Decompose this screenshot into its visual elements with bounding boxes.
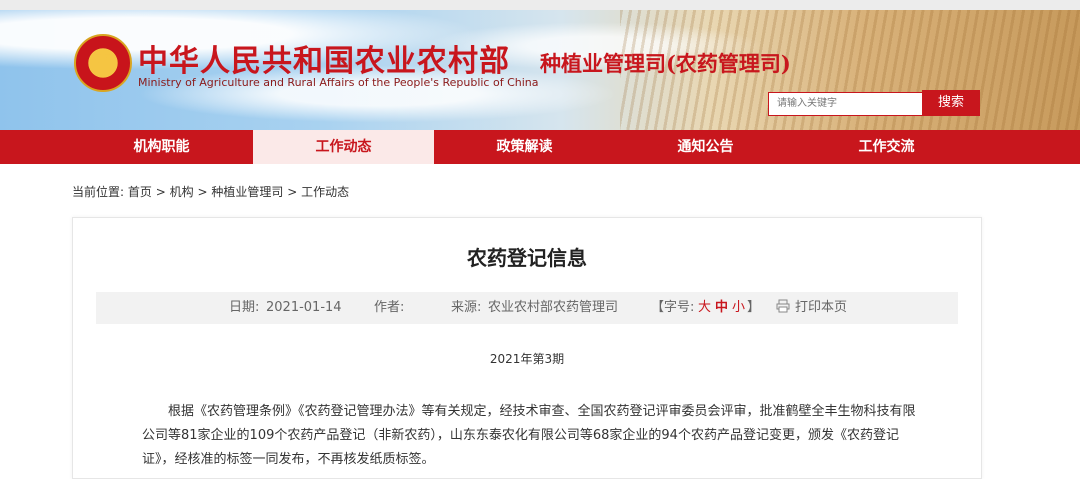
fontsize-medium-button[interactable]: 中 (715, 292, 728, 324)
breadcrumb-separator: > (155, 185, 166, 199)
nav-item-exchange[interactable]: 工作交流 (796, 130, 977, 164)
nav-item-notices[interactable]: 通知公告 (615, 130, 796, 164)
source-value: 农业农村部农药管理司 (488, 300, 619, 315)
article-card: 农药登记信息 日期: 2021-01-14 作者: 来源: 农业农村部农药管理司… (72, 217, 982, 479)
department-title: 种植业管理司(农药管理司) (540, 51, 791, 76)
breadcrumb-prefix: 当前位置: (72, 185, 125, 199)
article-body-paragraph: 根据《农药管理条例》《农药登记管理办法》等有关规定，经技术审查、全国农药登记评审… (142, 404, 916, 467)
breadcrumb-home[interactable]: 首页 (128, 185, 152, 199)
article-title: 农药登记信息 (467, 246, 587, 270)
publish-date: 2021-01-14 (266, 300, 342, 315)
browser-top-strip (0, 0, 1080, 10)
site-title-cn: 中华人民共和国农业农村部 (138, 44, 510, 79)
breadcrumb: 当前位置: 首页 > 机构 > 种植业管理司 > 工作动态 (72, 183, 349, 200)
search-input[interactable]: 请输入关键字 (768, 92, 928, 116)
fontsize-small-button[interactable]: 小 (732, 292, 745, 324)
nav-item-work-news[interactable]: 工作动态 (253, 130, 434, 164)
print-page-link[interactable]: 打印本页 (795, 292, 847, 324)
national-emblem-icon: ★ (74, 34, 132, 92)
site-title-en: Ministry of Agriculture and Rural Affair… (138, 76, 539, 89)
breadcrumb-org[interactable]: 机构 (170, 185, 194, 199)
main-nav: 机构职能 工作动态 政策解读 通知公告 工作交流 (0, 130, 1080, 164)
breadcrumb-separator: > (197, 185, 208, 199)
fontsize-close: 】 (747, 300, 761, 315)
article-meta-bar: 日期: 2021-01-14 作者: 来源: 农业农村部农药管理司 【字号: 大… (96, 292, 958, 324)
breadcrumb-department[interactable]: 种植业管理司 (211, 185, 283, 199)
site-banner: ★ 中华人民共和国农业农村部 Ministry of Agriculture a… (0, 10, 1080, 130)
printer-icon[interactable] (776, 292, 790, 324)
fontsize-large-button[interactable]: 大 (698, 292, 711, 324)
fontsize-label: 【字号: (651, 300, 695, 315)
source-label: 来源: (451, 300, 482, 315)
nav-item-policy[interactable]: 政策解读 (434, 130, 615, 164)
nav-item-org-functions[interactable]: 机构职能 (71, 130, 252, 164)
author-label: 作者: (374, 300, 405, 315)
issue-number: 2021年第3期 (489, 352, 565, 366)
search-button[interactable]: 搜索 (922, 90, 980, 116)
breadcrumb-current[interactable]: 工作动态 (301, 185, 349, 199)
breadcrumb-separator: > (287, 185, 298, 199)
date-label: 日期: (229, 300, 260, 315)
